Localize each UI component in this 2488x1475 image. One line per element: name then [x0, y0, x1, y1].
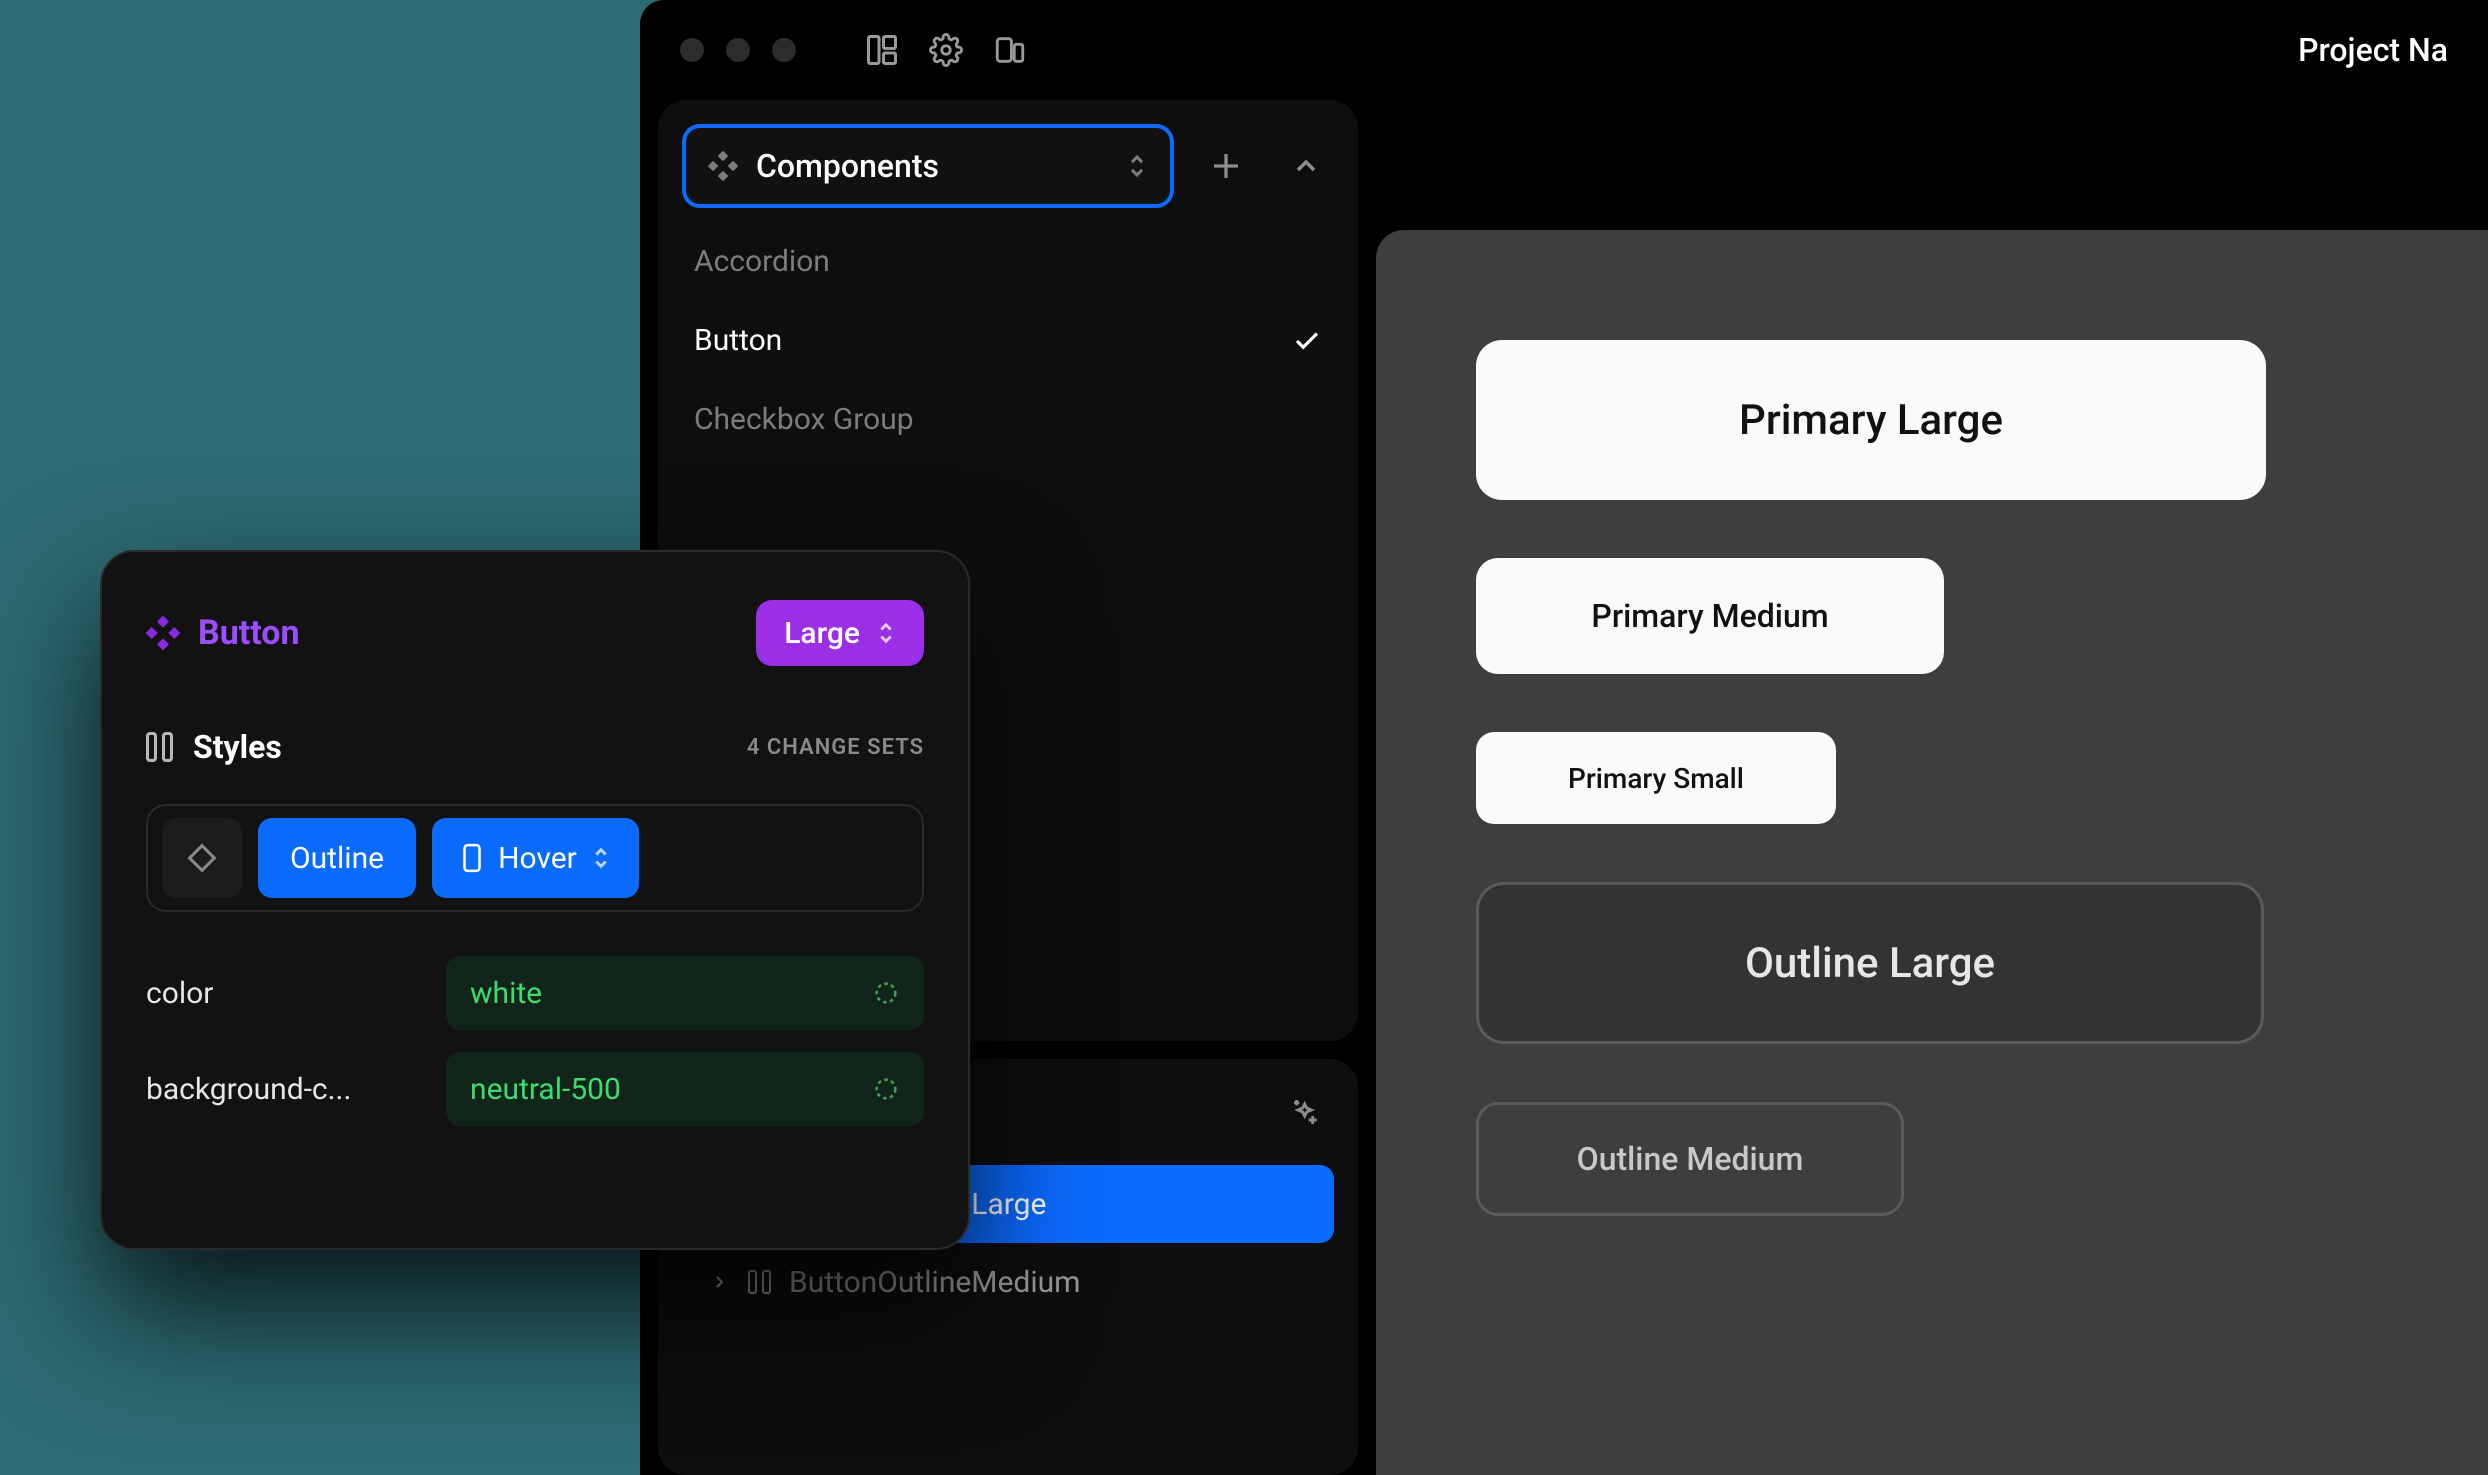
- window-controls: [680, 38, 796, 62]
- close-window-button[interactable]: [680, 38, 704, 62]
- layout-icon[interactable]: [858, 26, 906, 74]
- size-selector[interactable]: Large: [756, 600, 924, 666]
- link-icon: [872, 1075, 900, 1103]
- titlebar: Project Na: [640, 0, 2488, 100]
- component-list: Accordion Button Checkbox Group: [682, 244, 1334, 437]
- project-name[interactable]: Project Na: [2298, 31, 2448, 69]
- demo-button-primary-medium[interactable]: Primary Medium: [1476, 558, 1944, 674]
- size-selector-label: Large: [784, 616, 860, 651]
- add-button[interactable]: [1198, 138, 1254, 194]
- demo-button-outline-medium[interactable]: Outline Medium: [1476, 1102, 1904, 1216]
- demo-button-outline-large[interactable]: Outline Large: [1476, 882, 2264, 1044]
- base-variant-button[interactable]: [162, 818, 242, 898]
- devices-icon[interactable]: [986, 26, 1034, 74]
- components-icon: [708, 151, 738, 181]
- styles-heading: Styles: [146, 728, 282, 766]
- layer-row-outline-medium[interactable]: ButtonOutlineMedium: [682, 1243, 1334, 1321]
- prop-row-background: background-c... neutral-500: [146, 1052, 924, 1126]
- chevron-right-icon: [708, 1273, 730, 1291]
- prop-value-color[interactable]: white: [446, 956, 924, 1030]
- panel-selector[interactable]: Components: [682, 124, 1174, 208]
- prop-label: color: [146, 976, 416, 1011]
- inspector-title: Button: [146, 613, 300, 653]
- prop-value-background[interactable]: neutral-500: [446, 1052, 924, 1126]
- state-pill[interactable]: Hover: [432, 818, 639, 898]
- inspector-title-text: Button: [198, 613, 300, 653]
- updown-icon: [1126, 152, 1148, 180]
- demo-button-primary-large[interactable]: Primary Large: [1476, 340, 2266, 500]
- gear-icon[interactable]: [922, 26, 970, 74]
- panel-selector-label: Components: [756, 147, 1108, 185]
- check-icon: [1292, 326, 1322, 356]
- canvas-area: Primary Large Primary Medium Primary Sma…: [1376, 100, 2488, 1475]
- component-icon: [146, 616, 180, 650]
- collapse-button[interactable]: [1278, 138, 1334, 194]
- columns-icon: [146, 732, 173, 762]
- updown-icon: [591, 845, 611, 871]
- variant-state-selector: Outline Hover: [146, 804, 924, 912]
- demo-button-primary-small[interactable]: Primary Small: [1476, 732, 1836, 824]
- component-item-accordion[interactable]: Accordion: [694, 244, 1322, 279]
- component-item-button[interactable]: Button: [694, 323, 1322, 358]
- style-properties: color white background-c... neutral-500: [146, 956, 924, 1126]
- prop-label: background-c...: [146, 1072, 416, 1107]
- style-inspector: Button Large Styles 4 CHANGE SETS Outlin…: [100, 550, 970, 1250]
- minimize-window-button[interactable]: [726, 38, 750, 62]
- updown-icon: [876, 620, 896, 646]
- prop-row-color: color white: [146, 956, 924, 1030]
- component-item-checkbox-group[interactable]: Checkbox Group: [694, 402, 1322, 437]
- frame-icon: [748, 1270, 771, 1294]
- changesets-count[interactable]: 4 CHANGE SETS: [747, 735, 924, 760]
- canvas-surface[interactable]: Primary Large Primary Medium Primary Sma…: [1376, 230, 2488, 1475]
- zoom-window-button[interactable]: [772, 38, 796, 62]
- canvas-tabs: [1376, 100, 2488, 230]
- link-icon: [872, 979, 900, 1007]
- device-icon: [460, 843, 484, 873]
- sparkle-icon[interactable]: [1290, 1096, 1322, 1128]
- variant-pill[interactable]: Outline: [258, 818, 416, 898]
